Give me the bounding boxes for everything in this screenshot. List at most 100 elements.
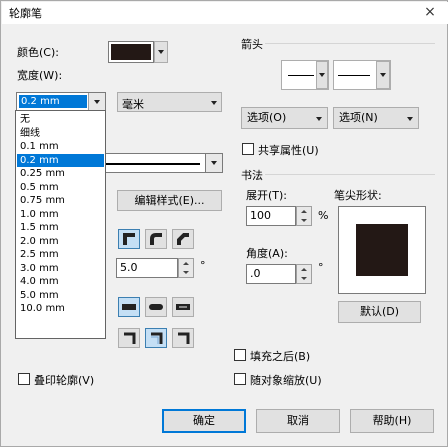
angle-degree-symbol: °	[318, 261, 324, 274]
calligraphy-separator	[265, 174, 435, 175]
start-arrow-dropdown[interactable]	[316, 61, 328, 89]
end-arrow-options-button[interactable]: 选项(N)	[333, 107, 419, 129]
width-option[interactable]: 1.5 mm	[17, 221, 104, 235]
width-option[interactable]: 0.25 mm	[17, 167, 104, 181]
color-label: 颜色(C):	[17, 46, 59, 59]
miter-limit-spinner[interactable]	[178, 258, 194, 278]
width-dropdown-list[interactable]: 无 细线 0.1 mm 0.2 mm 0.25 mm 0.5 mm 0.75 m…	[15, 110, 106, 339]
width-option[interactable]: 5.0 mm	[17, 289, 104, 303]
edit-style-button[interactable]: 编辑样式(E)...	[117, 190, 222, 211]
width-option[interactable]: 无	[17, 113, 104, 127]
color-swatch	[111, 44, 151, 60]
chevron-down-icon	[158, 50, 164, 54]
spin-down-icon[interactable]	[297, 274, 311, 283]
inside-position-icon	[178, 332, 190, 344]
nib-shape-label: 笔尖形状:	[334, 189, 382, 202]
unit-combo[interactable]: 毫米	[117, 92, 222, 112]
chevron-down-icon	[319, 73, 325, 77]
angle-spinner[interactable]	[296, 264, 312, 284]
width-option[interactable]: 10.0 mm	[17, 302, 104, 316]
width-option[interactable]: 2.0 mm	[17, 235, 104, 249]
width-option[interactable]: 0.75 mm	[17, 194, 104, 208]
corner-bevel-button[interactable]	[172, 229, 194, 249]
chevron-down-icon	[94, 99, 100, 104]
outline-pen-dialog: 轮廓笔 × 颜色(C): 宽度(W): 0.2 mm 毫米 编辑样式(E)...	[0, 0, 448, 447]
nib-shape-preview[interactable]	[338, 206, 426, 294]
angle-label: 角度(A):	[246, 247, 288, 260]
spin-up-icon[interactable]	[179, 259, 193, 268]
title-bar	[2, 2, 448, 24]
unit-combo-value: 毫米	[122, 98, 144, 111]
round-corner-icon	[150, 233, 162, 245]
solid-line-preview	[104, 163, 200, 165]
color-picker[interactable]	[108, 41, 168, 63]
share-attributes-checkbox[interactable]	[242, 143, 254, 155]
miter-limit-input[interactable]: 5.0	[116, 258, 178, 278]
cap-extended-button[interactable]	[172, 297, 194, 317]
start-arrow-options-button[interactable]: 选项(O)	[241, 107, 328, 129]
width-combo[interactable]: 0.2 mm	[16, 92, 106, 111]
width-option[interactable]: 1.0 mm	[17, 208, 104, 222]
position-inside-button[interactable]	[172, 328, 194, 348]
close-button[interactable]: ×	[417, 3, 443, 21]
spin-down-icon[interactable]	[297, 216, 311, 225]
scale-with-object-label: 随对象缩放(U)	[250, 374, 322, 387]
stretch-label: 展开(T):	[246, 189, 288, 202]
stretch-input[interactable]: 100	[246, 206, 296, 226]
width-combo-value: 0.2 mm	[19, 95, 87, 108]
width-option[interactable]: 0.1 mm	[17, 140, 104, 154]
arrow-line-preview	[338, 75, 370, 76]
options-button-label: 选项(O)	[247, 111, 287, 124]
chevron-down-icon	[316, 117, 322, 121]
angle-input[interactable]: .0	[246, 264, 296, 284]
outside-position-icon	[124, 332, 136, 344]
width-option[interactable]: 0.5 mm	[17, 181, 104, 195]
position-center-button[interactable]	[145, 328, 167, 348]
bevel-corner-icon	[177, 233, 189, 245]
close-icon: ×	[424, 4, 436, 20]
chevron-down-icon	[380, 73, 386, 77]
position-outside-button[interactable]	[118, 328, 140, 348]
overprint-label: 叠印轮廓(V)	[34, 374, 95, 387]
width-option[interactable]: 3.0 mm	[17, 262, 104, 276]
end-arrow-combo[interactable]	[333, 60, 391, 90]
chevron-down-icon	[407, 117, 413, 121]
arrows-separator	[265, 43, 435, 44]
help-button[interactable]: 帮助(H)	[350, 409, 434, 433]
width-option[interactable]: 4.0 mm	[17, 275, 104, 289]
width-option[interactable]: 细线	[17, 127, 104, 141]
spin-up-icon[interactable]	[297, 207, 311, 216]
options-button-label: 选项(N)	[339, 111, 378, 124]
arrows-section-title: 箭头	[241, 38, 263, 51]
line-style-combo[interactable]	[101, 153, 223, 173]
width-combo-arrow[interactable]	[88, 93, 105, 110]
miter-corner-icon	[123, 233, 135, 245]
corner-miter-button[interactable]	[118, 229, 140, 249]
line-style-combo-arrow[interactable]	[205, 154, 222, 172]
arrow-line-preview	[288, 75, 314, 76]
butt-cap-icon	[122, 304, 136, 310]
scale-with-object-checkbox[interactable]	[234, 373, 246, 385]
width-option[interactable]: 2.5 mm	[17, 248, 104, 262]
fill-behind-checkbox[interactable]	[234, 349, 246, 361]
miter-degree-symbol: °	[200, 259, 206, 272]
ok-button[interactable]: 确定	[162, 409, 246, 433]
overprint-checkbox[interactable]	[18, 373, 30, 385]
color-dropdown-button[interactable]	[154, 41, 168, 63]
width-option-selected[interactable]: 0.2 mm	[17, 153, 104, 167]
chevron-down-icon	[211, 161, 217, 165]
default-button[interactable]: 默认(D)	[338, 301, 421, 323]
share-attributes-label: 共享属性(U)	[258, 144, 319, 157]
chevron-down-icon	[211, 101, 217, 105]
end-arrow-dropdown[interactable]	[376, 61, 390, 89]
calligraphy-section-title: 书法	[241, 169, 263, 182]
cap-square-button[interactable]	[118, 297, 140, 317]
start-arrow-combo[interactable]	[281, 60, 329, 90]
spin-down-icon[interactable]	[179, 268, 193, 277]
cap-round-button[interactable]	[145, 297, 167, 317]
cancel-button[interactable]: 取消	[256, 409, 340, 433]
center-position-icon	[151, 332, 163, 344]
corner-round-button[interactable]	[145, 229, 167, 249]
spin-up-icon[interactable]	[297, 265, 311, 274]
stretch-spinner[interactable]	[296, 206, 312, 226]
